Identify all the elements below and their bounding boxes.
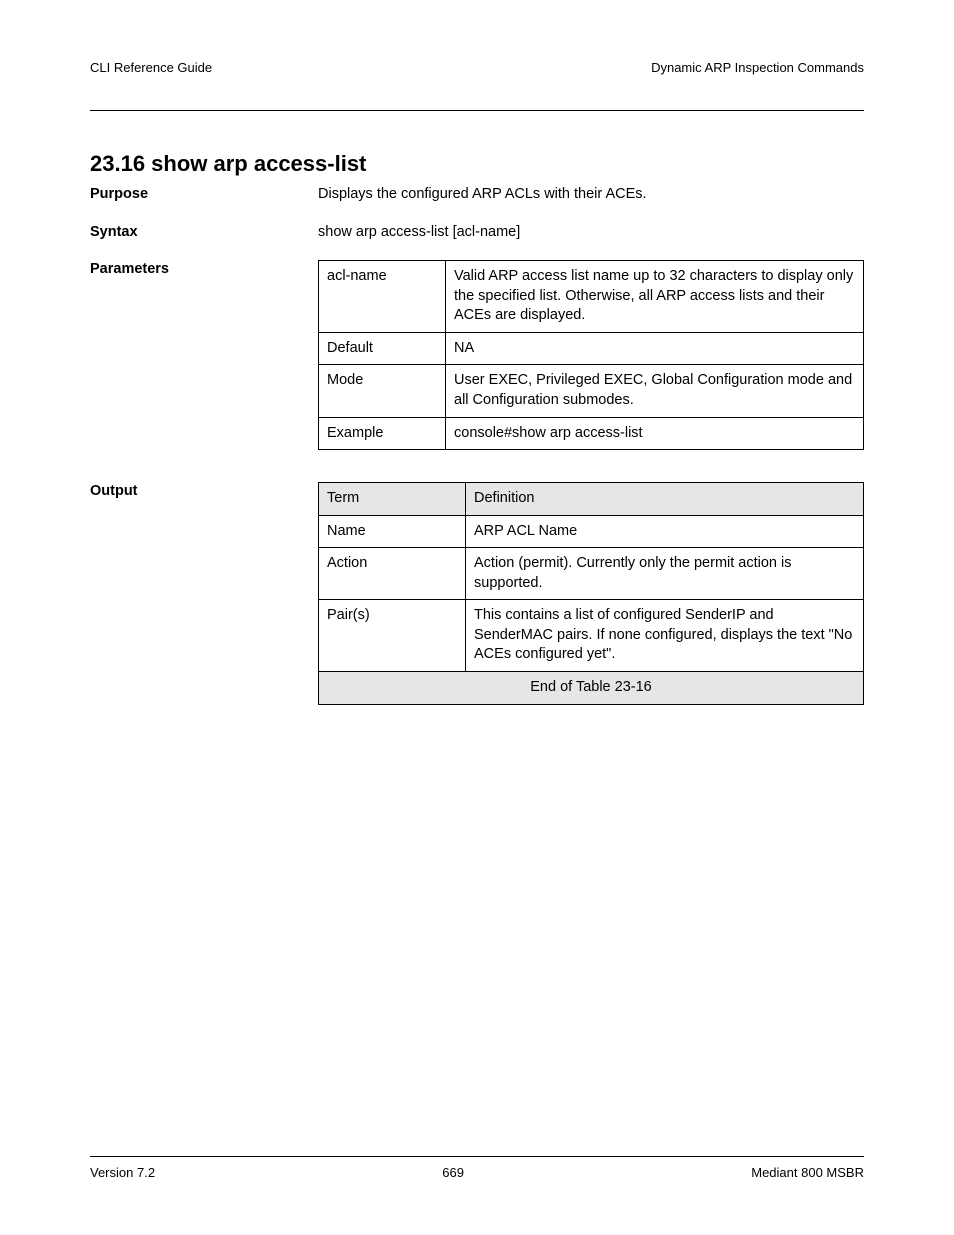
footer-divider — [90, 1156, 864, 1157]
output-table: Term Definition Name ARP ACL Name Action… — [318, 482, 864, 705]
parameters-table-wrap: acl-name Valid ARP access list name up t… — [318, 260, 864, 450]
row-parameters: Parameters acl-name Valid ARP access lis… — [90, 260, 864, 450]
page-footer: Version 7.2 669 Mediant 800 MSBR — [90, 1156, 864, 1180]
col-header: Definition — [466, 483, 864, 516]
definition-cell: ARP ACL Name — [466, 515, 864, 548]
param-desc: console#show arp access-list — [446, 417, 864, 450]
header-left: CLI Reference Guide — [90, 60, 212, 75]
purpose-text: Displays the configured ARP ACLs with th… — [318, 185, 864, 205]
table-row: Action Action (permit). Currently only t… — [319, 548, 864, 600]
term-cell: Pair(s) — [319, 600, 466, 672]
page-header: CLI Reference Guide Dynamic ARP Inspecti… — [90, 60, 864, 75]
section-heading: 23.16 show arp access-list — [90, 151, 864, 177]
definition-cell: Action (permit). Currently only the perm… — [466, 548, 864, 600]
header-right: Dynamic ARP Inspection Commands — [651, 60, 864, 75]
syntax-label: Syntax — [90, 223, 318, 243]
table-row: Default NA — [319, 332, 864, 365]
page: CLI Reference Guide Dynamic ARP Inspecti… — [0, 0, 954, 1235]
footer-row: Version 7.2 669 Mediant 800 MSBR — [90, 1165, 864, 1180]
body-area: Purpose Displays the configured ARP ACLs… — [90, 183, 864, 707]
row-syntax: Syntax show arp access-list [acl-name] — [90, 223, 864, 243]
definition-cell: This contains a list of configured Sende… — [466, 600, 864, 672]
table-row: Name ARP ACL Name — [319, 515, 864, 548]
purpose-label: Purpose — [90, 185, 318, 205]
table-row: acl-name Valid ARP access list name up t… — [319, 261, 864, 333]
row-purpose: Purpose Displays the configured ARP ACLs… — [90, 185, 864, 205]
header-divider — [90, 110, 864, 111]
term-cell: Name — [319, 515, 466, 548]
param-desc: Valid ARP access list name up to 32 char… — [446, 261, 864, 333]
col-header: Term — [319, 483, 466, 516]
parameters-label: Parameters — [90, 260, 318, 450]
table-row: Example console#show arp access-list — [319, 417, 864, 450]
param-name: Default — [319, 332, 446, 365]
term-cell: Action — [319, 548, 466, 600]
param-desc: NA — [446, 332, 864, 365]
row-output: Output Term Definition Name ARP ACL Name… — [90, 482, 864, 705]
output-table-wrap: Term Definition Name ARP ACL Name Action… — [318, 482, 864, 705]
param-name: acl-name — [319, 261, 446, 333]
table-row: Mode User EXEC, Privileged EXEC, Global … — [319, 365, 864, 417]
footer-page-number: 669 — [442, 1165, 464, 1180]
table-header-row: Term Definition — [319, 483, 864, 516]
table-footer-row: End of Table 23-16 — [319, 672, 864, 705]
parameters-table: acl-name Valid ARP access list name up t… — [318, 260, 864, 450]
footer-left: Version 7.2 — [90, 1165, 155, 1180]
table-row: Pair(s) This contains a list of configur… — [319, 600, 864, 672]
syntax-text: show arp access-list [acl-name] — [318, 223, 864, 243]
param-name: Example — [319, 417, 446, 450]
param-name: Mode — [319, 365, 446, 417]
param-desc: User EXEC, Privileged EXEC, Global Confi… — [446, 365, 864, 417]
table-footer: End of Table 23-16 — [319, 672, 864, 705]
footer-right: Mediant 800 MSBR — [751, 1165, 864, 1180]
output-label: Output — [90, 482, 318, 705]
